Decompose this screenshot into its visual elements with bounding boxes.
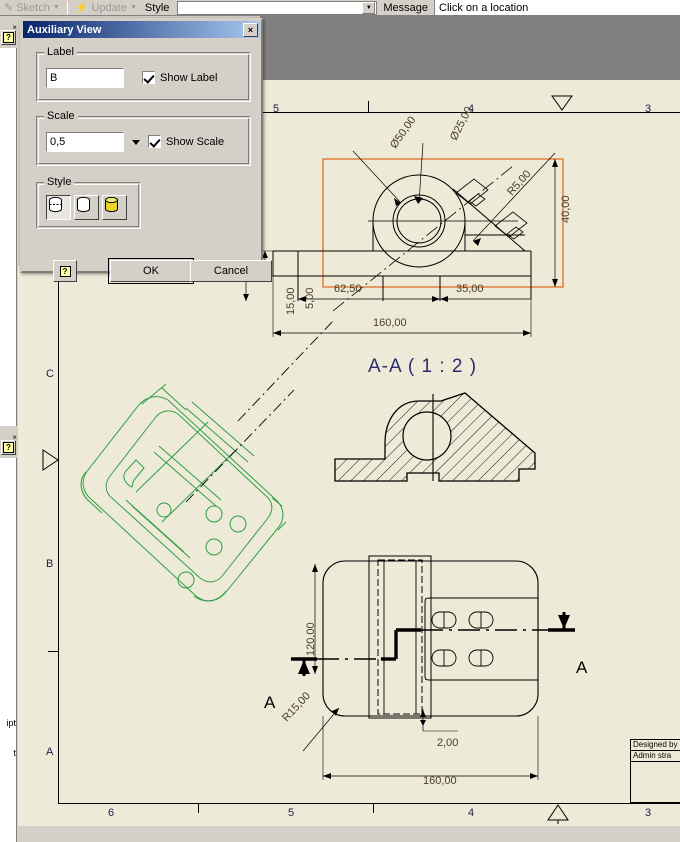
ruler-bottom-6: 6 — [108, 807, 115, 819]
ruler-left-A: A — [46, 746, 54, 758]
label-input[interactable]: B — [46, 68, 124, 88]
dim-height-40: 40,00 — [560, 195, 572, 223]
auxiliary-leader-line — [237, 320, 334, 422]
dim-diameter-25: Ø25,00 — [448, 104, 476, 143]
bottom-view-drawing[interactable] — [283, 546, 613, 796]
chevron-down-icon[interactable]: ▼ — [130, 4, 137, 11]
style-hidden-lines-visible-button[interactable] — [46, 195, 71, 220]
panel-2-text-2: t — [13, 748, 16, 758]
ruler-top-5: 5 — [273, 103, 280, 115]
ruler-top-tick — [368, 101, 369, 112]
panel-2-text-1: ipt — [6, 718, 16, 728]
toolbar-sketch-label: Sketch — [16, 1, 50, 14]
show-scale-checkbox[interactable]: Show Scale — [148, 135, 224, 148]
checkbox-icon[interactable] — [148, 135, 161, 148]
show-label-text: Show Label — [160, 71, 218, 84]
toolbar-divider — [66, 1, 68, 14]
dialog-title-bar[interactable]: Auxiliary View × — [23, 21, 260, 38]
main-toolbar: ✎ Sketch ▼ ⚡ Update ▼ Style ▼ Message Cl… — [0, 0, 680, 16]
show-scale-text: Show Scale — [166, 135, 225, 148]
chevron-down-icon[interactable]: ▼ — [362, 1, 376, 14]
ok-button[interactable]: OK — [108, 258, 194, 284]
cylinder-shaded-icon — [105, 196, 118, 213]
ruler-left-tick — [48, 651, 59, 652]
panel-1-body — [0, 48, 17, 448]
title-block[interactable]: Designed by Admin stra — [630, 739, 680, 803]
style-hidden-lines-removed-button[interactable] — [74, 195, 99, 220]
chevron-down-icon[interactable]: ▼ — [53, 4, 60, 11]
show-label-checkbox[interactable]: Show Label — [142, 71, 218, 84]
panel-2-body: ipt t — [0, 458, 17, 842]
dim-length-35: 35,00 — [456, 283, 484, 295]
ruler-bottom-3: 3 — [645, 807, 652, 819]
section-view-drawing[interactable] — [323, 381, 573, 501]
message-label: Message — [383, 1, 429, 14]
cylinder-hidden-icon — [49, 196, 62, 213]
dim-height-5: 5,00 — [304, 287, 316, 309]
style-group-title: Style — [44, 176, 75, 188]
close-icon[interactable]: × — [243, 22, 258, 37]
dim-height-15: 15,00 — [285, 287, 297, 315]
message-value: Click on a location — [434, 0, 680, 15]
style-shaded-button[interactable] — [102, 195, 127, 220]
panel-1-help-button[interactable]: ? — [1, 30, 16, 45]
dim-length-62-5: 62,50 — [334, 283, 362, 295]
sheet-border-bottom — [58, 803, 680, 804]
scale-input[interactable]: 0,5 — [46, 132, 124, 152]
ruler-left-C: C — [46, 368, 54, 380]
toolbar-update-button[interactable]: ⚡ Update ▼ — [71, 0, 141, 16]
title-block-designed-by-label: Designed by — [631, 740, 680, 751]
help-icon: ? — [3, 442, 14, 453]
dialog-title: Auxiliary View — [27, 23, 102, 36]
sketch-icon: ✎ — [4, 2, 14, 14]
chevron-down-icon[interactable] — [132, 140, 140, 145]
toolbar-update-label: Update — [91, 1, 127, 14]
ruler-left-B: B — [46, 558, 54, 570]
dim-width-120: 120,00 — [305, 622, 317, 656]
panel-2-help-button[interactable]: ? — [1, 440, 16, 455]
toolbar-style-label: Style — [144, 1, 170, 14]
dim-length-160-bottom: 160,00 — [423, 775, 457, 787]
dim-thickness-2: 2,00 — [437, 737, 459, 749]
ruler-top-marker — [551, 95, 573, 111]
dim-length-160-top: 160,00 — [373, 317, 407, 329]
label-group-title: Label — [44, 46, 77, 58]
ruler-bottom-tick-1 — [198, 804, 199, 813]
title-block-designed-by-value: Admin stra — [631, 751, 680, 762]
help-button[interactable]: ? — [53, 260, 77, 282]
toolbar-sketch-button[interactable]: ✎ Sketch ▼ — [0, 0, 64, 16]
left-panel-strip: × ? × ? ipt t — [0, 16, 18, 842]
section-view-label: A-A ( 1 : 2 ) — [368, 356, 478, 377]
section-mark-A-right: A — [576, 658, 588, 677]
ruler-bottom-marker — [547, 804, 569, 824]
title-block-empty-row — [631, 762, 680, 772]
style-combo[interactable]: ▼ — [177, 0, 378, 15]
checkbox-icon[interactable] — [142, 71, 155, 84]
lightning-icon: ⚡ — [74, 2, 89, 14]
ruler-top-3: 3 — [645, 103, 652, 115]
help-icon: ? — [3, 32, 14, 43]
cylinder-plain-icon — [77, 196, 90, 213]
cancel-button[interactable]: Cancel — [190, 260, 272, 282]
section-mark-A-left: A — [264, 693, 276, 712]
auxiliary-view-dialog[interactable]: Auxiliary View × Label B Show Label Scal… — [20, 18, 272, 284]
help-icon: ? — [59, 265, 71, 277]
ruler-bottom-4: 4 — [468, 807, 475, 819]
scale-group-title: Scale — [44, 110, 78, 122]
ruler-left-marker — [42, 449, 59, 471]
ruler-bottom-tick-2 — [373, 804, 374, 813]
canvas-gray-overlay-top — [260, 16, 680, 80]
ruler-bottom-5: 5 — [288, 807, 295, 819]
